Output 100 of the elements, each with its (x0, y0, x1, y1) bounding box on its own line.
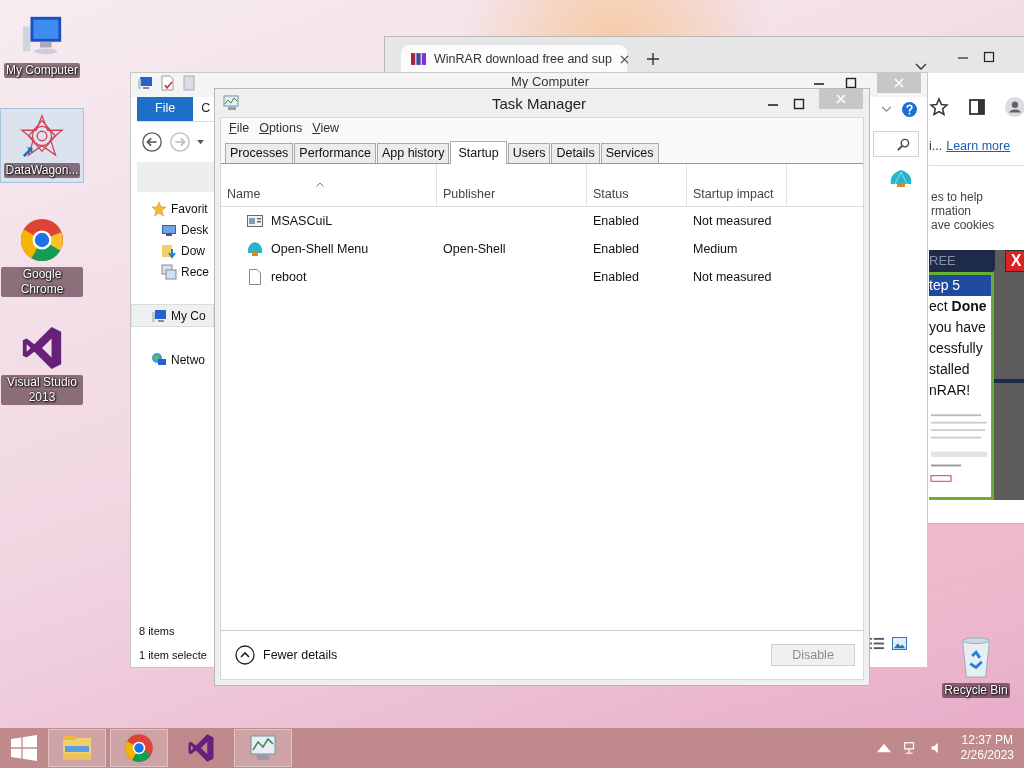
shell-icon[interactable] (889, 168, 913, 188)
mandala-icon (19, 113, 65, 159)
table-cell-text: Enabled (592, 269, 640, 286)
network-icon (151, 351, 167, 368)
computer-icon (151, 307, 167, 324)
new-tab-icon[interactable] (647, 53, 659, 65)
ribbon-tab[interactable]: C (197, 97, 215, 121)
chevron-up-icon (235, 645, 255, 665)
desktop-shortcut[interactable]: My Computer (0, 8, 84, 83)
window-title: Task Manager (490, 94, 588, 112)
back-icon[interactable] (141, 131, 163, 153)
nav-item[interactable]: Dow (137, 240, 214, 261)
computer-icon[interactable] (137, 75, 153, 91)
table-cell: MSASCuiL (221, 207, 437, 235)
close-button[interactable]: X (1005, 250, 1024, 272)
caret-icon[interactable] (197, 139, 204, 145)
instruction-text: nRAR! (929, 381, 972, 400)
nav-item[interactable]: Rece (137, 261, 214, 282)
nav-item[interactable]: My Co (131, 304, 214, 327)
shortcut-label: Recycle Bin (942, 683, 1010, 698)
monitor-chart-icon (247, 733, 279, 763)
tab[interactable]: Performance (294, 143, 376, 163)
download-folder-icon (161, 242, 177, 259)
tab-title: WinRAR download free and sup (434, 52, 612, 66)
column-header[interactable]: Startup impact (687, 164, 787, 206)
shortcut-label: DataWagon... (3, 163, 81, 178)
instruction-text: cessfully (929, 339, 984, 358)
close-icon[interactable] (619, 54, 629, 64)
shortcut-label: Visual Studio 2013 (1, 375, 83, 405)
tab[interactable]: App history (376, 143, 450, 163)
ad-banner: REE (929, 250, 995, 272)
desktop-shortcut[interactable]: Recycle Bin (936, 628, 1016, 703)
menu-item[interactable]: File (229, 121, 250, 135)
instruction-text: stalled (929, 360, 971, 379)
maximize-icon[interactable] (793, 98, 805, 110)
cookie-notice-text: es to help rmation ave cookies (930, 189, 996, 232)
star-icon[interactable] (929, 97, 949, 117)
network-icon[interactable] (902, 741, 917, 755)
chevron-down-icon[interactable] (915, 63, 927, 71)
search-field[interactable] (873, 131, 919, 157)
shortcut-label: Google Chrome (1, 267, 83, 297)
table-cell-text: Not measured (692, 213, 773, 230)
show-hidden-icons-icon[interactable] (876, 741, 891, 755)
tab[interactable]: Processes (225, 143, 294, 163)
chrome-icon (19, 217, 65, 263)
maximize-icon[interactable] (845, 77, 857, 89)
books-icon (411, 53, 426, 65)
table-cell: Open-Shell Menu (221, 235, 437, 263)
tab[interactable]: Services (600, 143, 659, 163)
close-icon (894, 78, 904, 88)
side-panel-icon[interactable] (967, 97, 987, 117)
desktop-shortcut[interactable]: Google Chrome (0, 212, 84, 302)
close-icon (836, 94, 846, 104)
tab[interactable]: Details (551, 143, 600, 163)
shortcut-label: My Computer (4, 63, 80, 78)
monitor-chart-icon (223, 95, 241, 111)
sort-caret-icon (316, 182, 324, 187)
learn-more-link[interactable]: Learn more (946, 139, 1011, 153)
window-title: My Computer (510, 75, 590, 89)
selection-status: 1 item selecte (138, 648, 208, 663)
tab[interactable]: Startup (450, 141, 507, 164)
table-cell: reboot (221, 263, 437, 291)
table-cell-text: Enabled (592, 213, 640, 230)
folder-icon (61, 733, 93, 763)
chrome-icon (123, 733, 155, 763)
column-header[interactable]: Status (587, 164, 687, 206)
taskbar-app-button[interactable] (110, 729, 168, 767)
desktop-shortcut[interactable]: DataWagon... (0, 108, 84, 183)
column-header[interactable]: Name (221, 164, 437, 206)
fewer-details-button[interactable]: Fewer details (229, 641, 344, 669)
table-cell-text: Medium (692, 241, 739, 258)
menu-item[interactable]: Options (259, 121, 303, 135)
help-icon[interactable] (902, 101, 917, 117)
instruction-text: ect Done (929, 297, 988, 316)
nav-item[interactable]: Favorit (137, 198, 214, 219)
nav-item[interactable]: Netwo (137, 349, 214, 370)
properties-icon[interactable] (159, 75, 175, 91)
column-header[interactable]: Publisher (437, 164, 587, 206)
table-cell-text: Not measured (692, 269, 773, 286)
window-icon (247, 213, 263, 229)
file-icon (247, 269, 263, 285)
star-icon (151, 200, 167, 217)
search-icon (897, 137, 910, 151)
desktop-shortcut[interactable]: Visual Studio 2013 (0, 320, 84, 410)
tab[interactable]: Users (507, 143, 551, 163)
maximize-icon[interactable] (983, 51, 995, 63)
ribbon-tab[interactable]: File (137, 97, 194, 121)
table-cell-text: Enabled (592, 241, 640, 258)
shell-icon (247, 241, 263, 257)
profile-icon[interactable] (1005, 97, 1024, 117)
step-header: tep 5 (929, 275, 991, 296)
image-view-icon[interactable] (892, 637, 907, 650)
cookie-text: i... (929, 139, 943, 153)
menu-item[interactable]: View (312, 121, 340, 135)
item-count: 8 items (138, 624, 176, 639)
table-cell-text: Open-Shell (442, 241, 507, 258)
recent-places-icon (161, 263, 177, 280)
browser-tab[interactable]: WinRAR download free and sup (401, 45, 627, 73)
nav-item[interactable]: Desk (137, 219, 214, 240)
instruction-text: you have (929, 318, 987, 337)
